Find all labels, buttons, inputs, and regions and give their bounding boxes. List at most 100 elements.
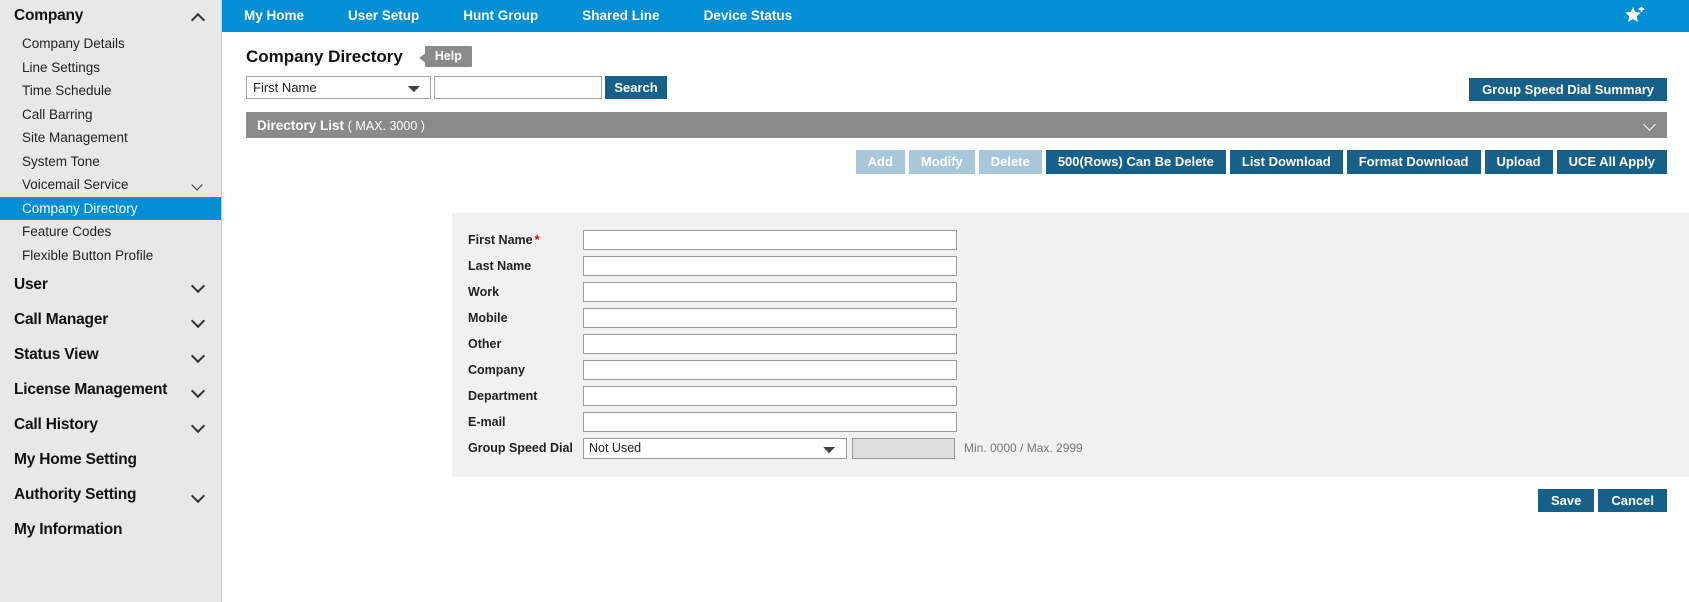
- company-label: Company: [468, 363, 525, 377]
- search-field-select[interactable]: First Name Last Name Work Mobile Other C…: [246, 76, 431, 99]
- group-speed-dial-range-hint: Min. 0000 / Max. 2999: [964, 441, 1083, 455]
- sidebar-group-label: Authority Setting: [14, 485, 137, 503]
- tab-my-home[interactable]: My Home: [222, 0, 326, 32]
- group-speed-dial-select[interactable]: Not Used Used: [583, 437, 847, 459]
- sidebar-item-label: Feature Codes: [22, 224, 112, 240]
- tab-hunt-group[interactable]: Hunt Group: [441, 0, 560, 32]
- sidebar-group-authority-setting[interactable]: Authority Setting: [0, 477, 221, 512]
- sidebar-item-line-settings[interactable]: Line Settings: [0, 56, 221, 80]
- directory-list-section-bar[interactable]: Directory List ( MAX. 3000 ): [246, 112, 1667, 138]
- page-header: Company Directory Help: [222, 32, 1689, 67]
- save-button[interactable]: Save: [1537, 489, 1595, 512]
- group-speed-dial-number-input[interactable]: [852, 437, 955, 459]
- group-speed-dial-summary-button[interactable]: Group Speed Dial Summary: [1469, 78, 1667, 101]
- sidebar-item-label: Time Schedule: [22, 83, 112, 99]
- email-input[interactable]: [583, 412, 957, 432]
- uce-all-apply-button[interactable]: UCE All Apply: [1556, 150, 1667, 174]
- sidebar-item-time-schedule[interactable]: Time Schedule: [0, 79, 221, 103]
- section-title-sub: ( MAX. 3000 ): [347, 118, 425, 133]
- form-row-work: Work: [452, 279, 1689, 305]
- form-row-last-name: Last Name: [452, 253, 1689, 279]
- chevron-down-icon: [192, 278, 205, 291]
- sidebar-group-label: Call Manager: [14, 310, 109, 328]
- form-row-first-name: First Name *: [452, 227, 1689, 253]
- delete-button[interactable]: Delete: [978, 150, 1042, 174]
- sidebar-item-voicemail-service[interactable]: Voicemail Service: [0, 173, 221, 197]
- sidebar-item-company-details[interactable]: Company Details: [0, 32, 221, 56]
- sidebar-group-my-information[interactable]: My Information: [0, 512, 221, 547]
- company-input[interactable]: [583, 360, 957, 380]
- sidebar-group-label: License Management: [14, 380, 168, 398]
- help-button[interactable]: Help: [418, 46, 472, 67]
- sidebar-group-company[interactable]: Company: [0, 0, 221, 32]
- sidebar-item-site-management[interactable]: Site Management: [0, 126, 221, 150]
- tab-user-setup[interactable]: User Setup: [326, 0, 441, 32]
- format-download-button[interactable]: Format Download: [1346, 150, 1481, 174]
- work-input[interactable]: [583, 282, 957, 302]
- sidebar-item-label: Site Management: [22, 130, 128, 146]
- directory-entry-form: First Name* Last Name Work Mobile Other: [452, 213, 1689, 477]
- sidebar-group-status-view[interactable]: Status View: [0, 337, 221, 372]
- search-input[interactable]: [434, 76, 602, 99]
- label-text: First Name: [468, 233, 533, 247]
- list-download-button[interactable]: List Download: [1229, 150, 1343, 174]
- add-button[interactable]: Add: [855, 150, 905, 174]
- cancel-button[interactable]: Cancel: [1598, 489, 1667, 512]
- sidebar-group-call-history[interactable]: Call History: [0, 407, 221, 442]
- sidebar-group-license-management[interactable]: License Management: [0, 372, 221, 407]
- sidebar-item-feature-codes[interactable]: Feature Codes: [0, 220, 221, 244]
- sidebar-item-system-tone[interactable]: System Tone: [0, 150, 221, 174]
- chevron-down-icon: [192, 348, 205, 361]
- sidebar-group-label: User: [14, 275, 48, 293]
- mobile-input[interactable]: [583, 308, 957, 328]
- last-name-label: Last Name: [468, 259, 532, 273]
- first-name-label: First Name *: [452, 233, 583, 247]
- rows-can-be-delete-button[interactable]: 500(Rows) Can Be Delete: [1045, 150, 1226, 174]
- chevron-down-icon: [192, 178, 205, 191]
- other-input[interactable]: [583, 334, 957, 354]
- sidebar-item-company-directory[interactable]: Company Directory: [0, 196, 221, 220]
- sidebar-group-call-manager[interactable]: Call Manager: [0, 302, 221, 337]
- form-row-mobile: Mobile: [452, 305, 1689, 331]
- department-label: Department: [468, 389, 538, 403]
- modify-button[interactable]: Modify: [908, 150, 975, 174]
- tab-shared-line[interactable]: Shared Line: [560, 0, 681, 32]
- email-label: E-mail: [468, 415, 506, 429]
- upload-button[interactable]: Upload: [1484, 150, 1553, 174]
- top-navigation-bar: My Home User Setup Hunt Group Shared Lin…: [222, 0, 1689, 32]
- sidebar-group-user[interactable]: User: [0, 267, 221, 302]
- star-plus-icon[interactable]: [1625, 6, 1645, 26]
- sidebar-group-label: My Home Setting: [14, 450, 137, 468]
- sidebar-item-label: Voicemail Service: [22, 177, 129, 193]
- form-row-company: Company: [452, 357, 1689, 383]
- action-button-row: Add Modify Delete 500(Rows) Can Be Delet…: [246, 150, 1667, 174]
- form-row-department: Department: [452, 383, 1689, 409]
- group-speed-dial-label: Group Speed Dial: [468, 441, 573, 455]
- sidebar-item-flexible-button-profile[interactable]: Flexible Button Profile: [0, 244, 221, 268]
- form-row-other: Other: [452, 331, 1689, 357]
- form-footer-buttons: Save Cancel: [1537, 489, 1667, 512]
- chevron-down-icon[interactable]: [1643, 118, 1657, 132]
- chevron-up-icon: [192, 10, 205, 23]
- search-button[interactable]: Search: [605, 76, 667, 99]
- tab-device-status[interactable]: Device Status: [682, 0, 815, 32]
- top-nav-tabs: My Home User Setup Hunt Group Shared Lin…: [222, 0, 814, 32]
- form-row-group-speed-dial: Group Speed Dial Not Used Used Min. 0000…: [452, 435, 1689, 461]
- last-name-input[interactable]: [583, 256, 957, 276]
- sidebar-group-my-home-setting[interactable]: My Home Setting: [0, 442, 221, 477]
- sidebar-item-call-barring[interactable]: Call Barring: [0, 103, 221, 127]
- sidebar-item-label: Company Details: [22, 36, 125, 52]
- section-title: Directory List ( MAX. 3000 ): [257, 118, 425, 133]
- first-name-input[interactable]: [583, 230, 957, 250]
- chevron-down-icon: [192, 313, 205, 326]
- department-input[interactable]: [583, 386, 957, 406]
- sidebar-item-label: System Tone: [22, 153, 100, 169]
- sidebar-item-label: Flexible Button Profile: [22, 247, 154, 263]
- sidebar-item-label: Call Barring: [22, 106, 93, 122]
- form-row-email: E-mail: [452, 409, 1689, 435]
- sidebar-group-label: Status View: [14, 345, 99, 363]
- sidebar-item-label: Company Directory: [22, 200, 138, 216]
- sidebar: Company Company Details Line Settings Ti…: [0, 0, 222, 602]
- sidebar-item-label: Line Settings: [22, 59, 101, 75]
- page-title: Company Directory: [246, 46, 403, 66]
